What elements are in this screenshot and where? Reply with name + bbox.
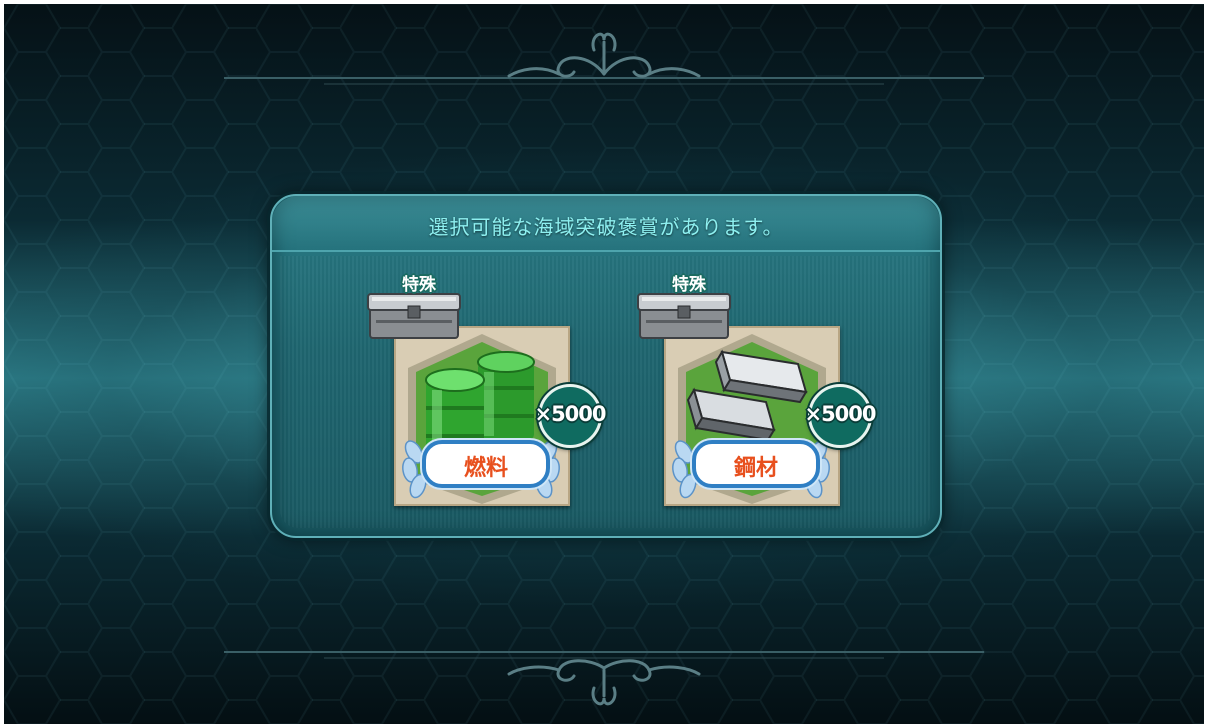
reward-option-steel[interactable]: 特殊 鋼材 ×5000 — [634, 266, 884, 506]
reward-name: 燃料 — [463, 456, 508, 481]
bottom-ornament — [224, 651, 984, 706]
reward-quantity: ×5000 — [534, 402, 606, 426]
panel-title: 選択可能な海域突破褒賞があります。 — [428, 215, 784, 239]
reward-name: 鋼材 — [733, 456, 778, 481]
metal-chest-icon — [367, 293, 461, 339]
reward-option-fuel[interactable]: 特殊 燃料 ×5000 — [364, 266, 614, 506]
reward-selection-screen: 選択可能な海域突破褒賞があります。 特殊 燃料 ×5000 特殊 鋼材 ×500… — [4, 4, 1204, 724]
special-badge: 特殊 — [402, 275, 436, 295]
metal-chest-icon — [637, 293, 731, 339]
special-badge: 特殊 — [672, 275, 706, 295]
top-ornament — [224, 32, 984, 85]
reward-quantity: ×5000 — [804, 402, 876, 426]
